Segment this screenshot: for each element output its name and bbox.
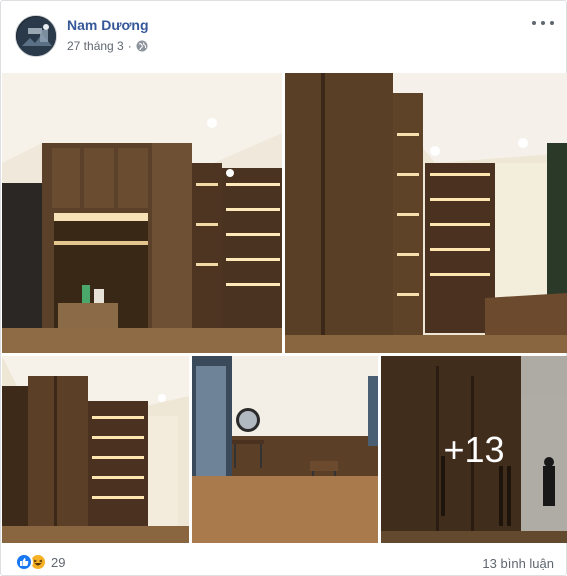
- globe-icon[interactable]: [136, 40, 148, 52]
- photo-1[interactable]: [2, 73, 282, 353]
- post-card: Nam Dương 27 tháng 3 · +13 29 13 bình lu…: [0, 0, 567, 576]
- comments-count-link[interactable]: 13 bình luận: [482, 556, 554, 571]
- reaction-count: 29: [51, 554, 66, 570]
- post-footer: 29 13 bình luận: [1, 549, 567, 576]
- photo-4[interactable]: [192, 356, 378, 543]
- post-date[interactable]: 27 tháng 3: [67, 39, 124, 53]
- photo-5-more[interactable]: +13: [381, 356, 567, 543]
- photo-3[interactable]: [2, 356, 189, 543]
- author-name[interactable]: Nam Dương: [67, 17, 149, 33]
- photo-grid: +13: [1, 73, 567, 543]
- more-photos-count: +13: [443, 428, 505, 470]
- like-icon: [15, 553, 33, 571]
- reaction-summary[interactable]: 29: [15, 553, 65, 571]
- post-header: Nam Dương 27 tháng 3 ·: [1, 1, 567, 71]
- author-avatar[interactable]: [15, 15, 57, 57]
- avatar-image: [16, 16, 56, 56]
- more-options-icon[interactable]: [532, 15, 554, 31]
- photo-2[interactable]: [285, 73, 567, 353]
- more-photos-overlay[interactable]: +13: [381, 356, 567, 543]
- meta-separator: ·: [127, 39, 132, 53]
- post-meta: 27 tháng 3 ·: [67, 39, 148, 53]
